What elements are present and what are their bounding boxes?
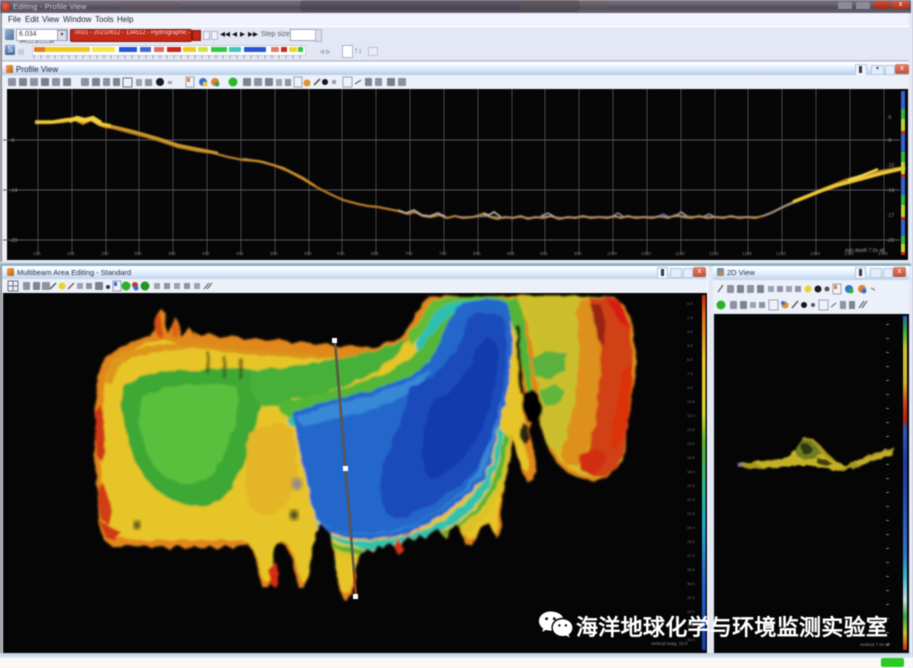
- svg-text:750: 750: [439, 251, 447, 256]
- svg-text:7.5: 7.5: [687, 371, 693, 376]
- svg-text:3.0: 3.0: [687, 329, 693, 334]
- svg-text:650: 650: [371, 251, 379, 256]
- svg-text:-20: -20: [10, 238, 17, 244]
- svg-text:28.5: 28.5: [687, 567, 696, 572]
- svg-text:m/n depth 7.0x all: m/n depth 7.0x all: [845, 248, 884, 254]
- svg-text:-14: -14: [887, 188, 894, 194]
- svg-text:1.5: 1.5: [687, 315, 693, 320]
- svg-text:21.0: 21.0: [687, 497, 696, 502]
- svg-text:1050: 1050: [641, 251, 652, 256]
- svg-text:16.5: 16.5: [687, 455, 696, 460]
- svg-text:500: 500: [270, 251, 278, 256]
- svg-text:31.5: 31.5: [687, 595, 696, 600]
- svg-text:1200: 1200: [742, 251, 753, 256]
- svg-text:30.0: 30.0: [687, 581, 696, 586]
- svg-text:250: 250: [101, 251, 109, 256]
- svg-text:10.5: 10.5: [687, 399, 696, 404]
- svg-text:1300: 1300: [810, 251, 821, 256]
- svg-text:-8: -8: [10, 138, 15, 144]
- svg-text:15.0: 15.0: [687, 441, 696, 446]
- svg-text:vertical 7.0x all: vertical 7.0x all: [860, 642, 890, 647]
- svg-text:6.0: 6.0: [687, 357, 693, 362]
- svg-text:4.5: 4.5: [687, 343, 693, 348]
- svg-text:350: 350: [168, 251, 176, 256]
- svg-text:19.5: 19.5: [687, 483, 696, 488]
- svg-text:22.5: 22.5: [687, 511, 696, 516]
- svg-text:600: 600: [337, 251, 345, 256]
- svg-text:0.0: 0.0: [687, 301, 693, 306]
- svg-text:950: 950: [574, 251, 582, 256]
- svg-text:13.5: 13.5: [687, 427, 696, 432]
- svg-text:450: 450: [236, 251, 244, 256]
- svg-text:900: 900: [540, 251, 548, 256]
- svg-text:1250: 1250: [776, 251, 787, 256]
- svg-text:200: 200: [67, 251, 75, 256]
- svg-text:27.0: 27.0: [687, 553, 696, 558]
- svg-text:-10: -10: [887, 163, 894, 169]
- svg-text:24.0: 24.0: [687, 525, 696, 530]
- svg-text:700: 700: [405, 251, 413, 256]
- svg-text:300: 300: [134, 251, 142, 256]
- svg-text:1150: 1150: [709, 251, 719, 256]
- svg-text:-17: -17: [887, 213, 894, 219]
- svg-text:550: 550: [304, 251, 312, 256]
- svg-text:850: 850: [507, 251, 515, 256]
- svg-text:18.0: 18.0: [687, 469, 696, 474]
- svg-text:-14: -14: [10, 188, 17, 194]
- svg-text:1000: 1000: [607, 251, 618, 256]
- svg-text:-6: -6: [887, 115, 892, 121]
- svg-text:12.0: 12.0: [687, 413, 696, 418]
- svg-text:9.0: 9.0: [687, 385, 693, 390]
- svg-text:150: 150: [33, 251, 41, 256]
- svg-text:-8: -8: [887, 138, 892, 144]
- svg-text:25.5: 25.5: [687, 539, 696, 544]
- svg-text:800: 800: [473, 251, 481, 256]
- svg-text:-20: -20: [887, 238, 894, 244]
- svg-text:1100: 1100: [675, 251, 685, 256]
- svg-text:400: 400: [202, 251, 210, 256]
